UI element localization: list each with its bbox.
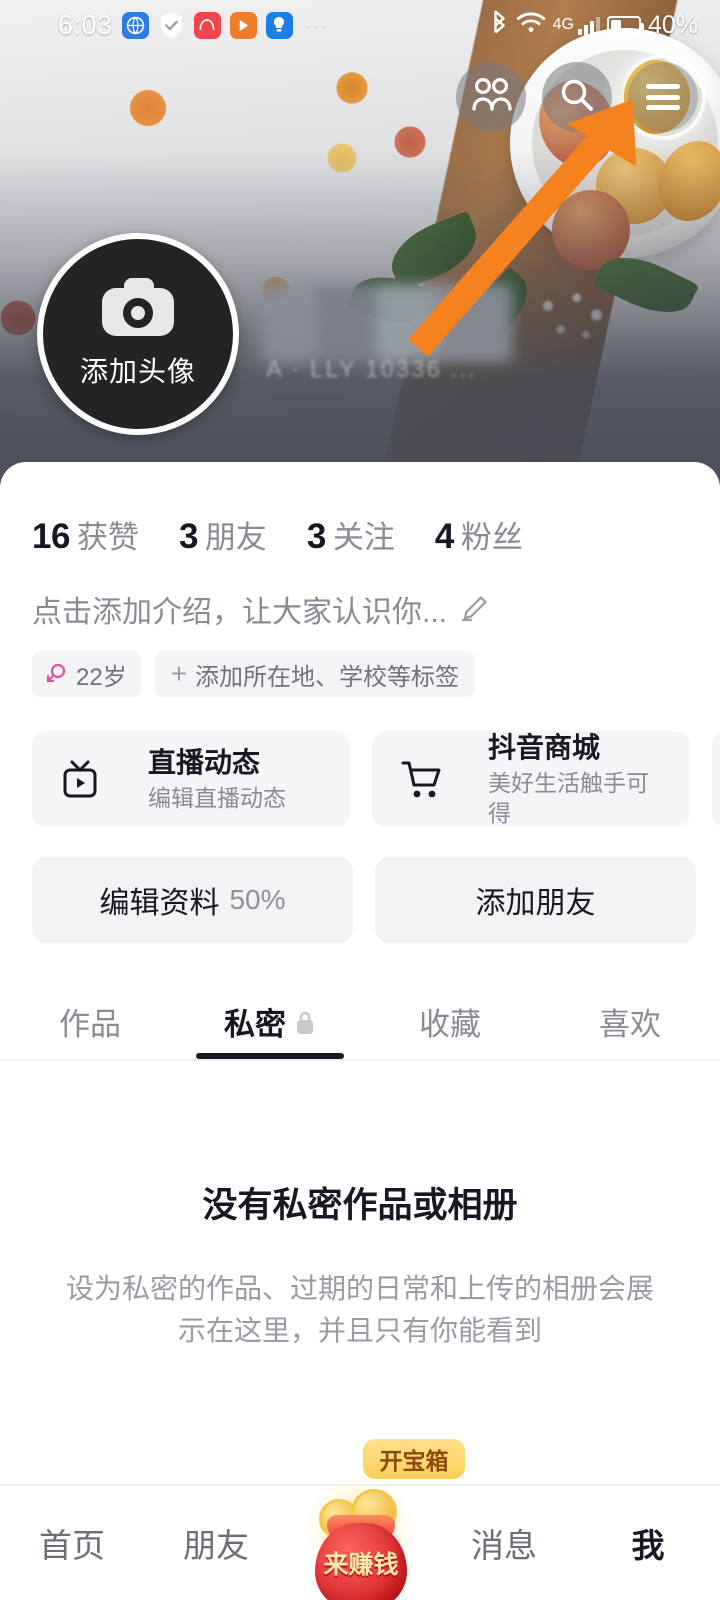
- card-title: 抖音商城: [488, 731, 601, 763]
- female-gender-icon: [46, 663, 68, 685]
- plus-icon: +: [170, 658, 188, 689]
- nav-label: 我: [631, 1527, 665, 1564]
- blurred-id-text: A · LLY 10336 ...: [266, 356, 477, 383]
- empty-state-description: 设为私密的作品、过期的日常和上传的相册会展示在这里，并且只有你能看到: [65, 1273, 654, 1346]
- tab-likes[interactable]: 喜欢: [540, 983, 720, 1059]
- bluetooth-icon: [489, 8, 509, 43]
- globe-icon: [121, 11, 149, 39]
- profile-content-sheet: 16 获赞 3 朋友 3 关注 4 粉丝 点击添加介绍，让大家认识你... 22…: [0, 462, 720, 1600]
- nav-messages[interactable]: 消息: [432, 1519, 576, 1567]
- stat-label: 获赞: [76, 520, 139, 555]
- nav-label: 朋友: [183, 1527, 249, 1564]
- status-bar-right: 4G 40%: [489, 8, 720, 43]
- stat-label: 关注: [332, 520, 395, 555]
- profile-action-buttons: 编辑资料 50% 添加朋友: [0, 827, 720, 943]
- tag-add-label: 添加所在地、学校等标签: [195, 663, 460, 691]
- profile-tabs: 作品 私密 收藏 喜欢: [0, 983, 720, 1061]
- bulb-icon: [265, 11, 293, 39]
- card-live-status[interactable]: 直播动态 编辑直播动态: [32, 731, 350, 827]
- bio-row[interactable]: 点击添加介绍，让大家认识你...: [0, 557, 720, 631]
- stat-value: 3: [178, 517, 198, 556]
- stat-followers[interactable]: 4 粉丝: [435, 512, 523, 557]
- status-time: 6:03: [58, 9, 113, 40]
- friends-button[interactable]: [456, 62, 526, 132]
- wifi-icon: [516, 10, 546, 41]
- empty-state: 没有私密作品或相册 设为私密的作品、过期的日常和上传的相册会展示在这里，并且只有…: [0, 1061, 720, 1352]
- tv-icon: [32, 731, 128, 827]
- flower-decor: [530, 286, 620, 352]
- profile-stats: 16 获赞 3 朋友 3 关注 4 粉丝: [0, 462, 720, 557]
- stat-value: 3: [306, 517, 326, 556]
- search-button[interactable]: [542, 62, 612, 132]
- stat-likes[interactable]: 16 获赞: [32, 512, 139, 557]
- stat-friends[interactable]: 3 朋友: [179, 512, 267, 557]
- nav-label: 来赚钱: [323, 1551, 399, 1579]
- card-subtitle: 美好生活触手可得: [488, 769, 649, 826]
- tab-works[interactable]: 作品: [0, 983, 180, 1059]
- camera-icon: [102, 278, 174, 336]
- card-subtitle: 编辑直播动态: [148, 784, 286, 811]
- add-friend-label: 添加朋友: [475, 887, 596, 920]
- card-next-partial[interactable]: [712, 731, 720, 827]
- tab-label: 喜欢: [599, 1006, 661, 1042]
- edit-profile-button[interactable]: 编辑资料 50%: [32, 857, 353, 943]
- empty-state-title: 没有私密作品或相册: [202, 1186, 518, 1225]
- card-live-text: 直播动态 编辑直播动态: [148, 745, 286, 814]
- blurred-nickname-region: [262, 284, 512, 362]
- add-friend-button[interactable]: 添加朋友: [375, 857, 696, 943]
- stat-label: 粉丝: [460, 520, 523, 555]
- pencil-icon: [459, 594, 489, 624]
- avatar-label: 添加头像: [79, 356, 196, 387]
- card-mall-text: 抖音商城 美好生活触手可得: [488, 730, 668, 827]
- money-bag-icon: 来赚钱 开宝箱: [301, 1439, 465, 1600]
- shield-icon: [158, 12, 185, 39]
- more-dots-icon: ···: [303, 11, 328, 38]
- avatar-add-button[interactable]: 添加头像: [37, 233, 239, 435]
- edit-profile-label: 编辑资料: [99, 887, 220, 920]
- menu-button[interactable]: [620, 54, 706, 140]
- cart-icon: [372, 731, 468, 827]
- battery-icon: [606, 15, 644, 35]
- feature-card-row[interactable]: 直播动态 编辑直播动态 抖音商城 美好生活触手可得: [0, 697, 720, 827]
- stat-following[interactable]: 3 关注: [307, 512, 395, 557]
- battery-percent-label: 40%: [647, 10, 698, 39]
- stat-label: 朋友: [204, 520, 267, 555]
- network-type-label: 4G: [552, 16, 574, 33]
- friends-icon: [470, 77, 512, 117]
- nav-me[interactable]: 我: [576, 1519, 720, 1567]
- tab-label: 收藏: [419, 1006, 481, 1042]
- nav-friends[interactable]: 朋友: [144, 1519, 288, 1567]
- tab-label: 私密: [224, 1006, 286, 1042]
- profile-tags: 22岁 + 添加所在地、学校等标签: [0, 631, 720, 697]
- tag-age-label: 22岁: [76, 663, 127, 691]
- tag-age[interactable]: 22岁: [32, 651, 141, 697]
- cover-action-bar: [456, 54, 706, 140]
- stat-value: 16: [32, 517, 70, 556]
- lock-icon: [294, 1008, 316, 1034]
- search-icon: [559, 77, 595, 118]
- tab-collections[interactable]: 收藏: [360, 983, 540, 1059]
- stat-value: 4: [434, 517, 454, 556]
- card-title: 直播动态: [148, 746, 261, 778]
- menu-icon: [646, 84, 680, 110]
- phone-screen: A · LLY 10336 ... 6:03 ··· 4G 40% 添加头像 1…: [0, 0, 720, 1600]
- signal-bars-icon: [577, 15, 600, 35]
- tag-add-location-school[interactable]: + 添加所在地、学校等标签: [154, 651, 476, 697]
- status-bar-left: 6:03 ···: [0, 10, 328, 41]
- nav-home[interactable]: 首页: [0, 1519, 144, 1567]
- bottom-navigation: 首页 朋友 来赚钱 开宝箱 消息 我: [0, 1439, 720, 1600]
- treasure-chest-badge[interactable]: 开宝箱: [363, 1439, 465, 1479]
- bio-placeholder: 点击添加介绍，让大家认识你...: [32, 596, 448, 629]
- nav-label: 首页: [39, 1527, 105, 1564]
- status-bar: 6:03 ··· 4G 40%: [0, 0, 720, 50]
- tab-label: 作品: [59, 1006, 121, 1042]
- nav-label: 消息: [471, 1527, 537, 1564]
- edit-profile-percent: 50%: [229, 884, 286, 915]
- tab-private[interactable]: 私密: [180, 983, 360, 1059]
- huawei-icon: [193, 11, 221, 39]
- play-icon: [229, 11, 257, 39]
- card-douyin-mall[interactable]: 抖音商城 美好生活触手可得: [372, 731, 690, 827]
